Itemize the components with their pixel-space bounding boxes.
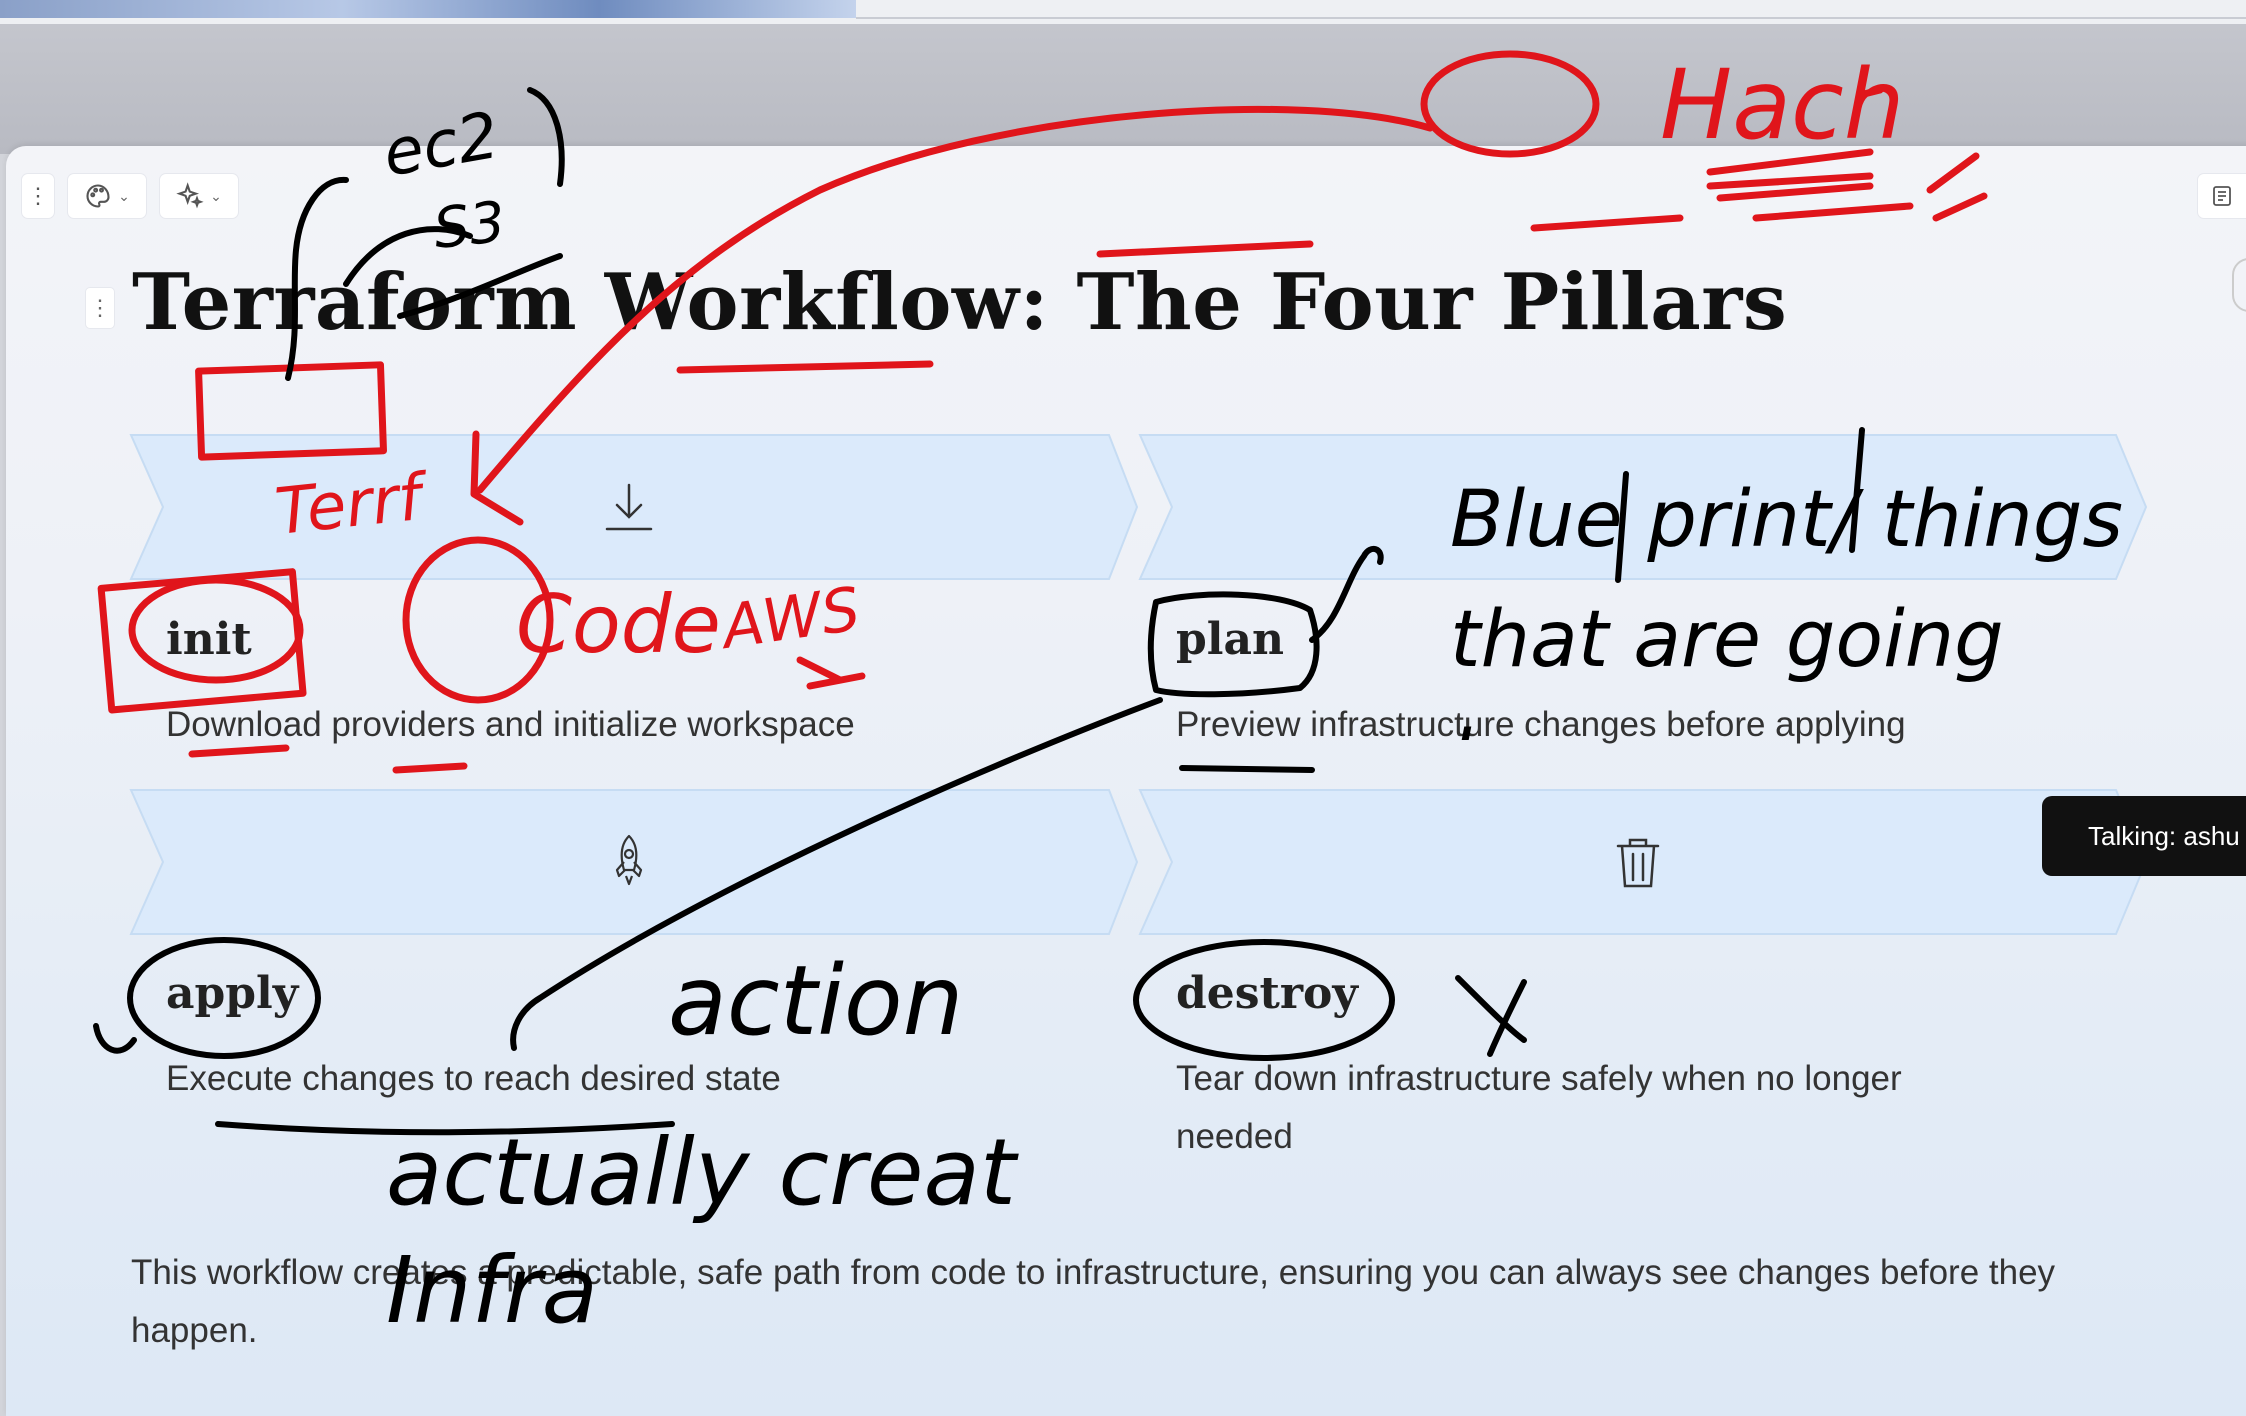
sparkles-icon: [176, 182, 204, 209]
pillar-description: Tear down infrastructure safely when no …: [1176, 1059, 1902, 1156]
summary-paragraph: This workflow creates a predictable, saf…: [131, 1253, 2056, 1350]
top-divider: [856, 17, 2246, 19]
vertical-dots-icon: ⋮: [27, 183, 49, 208]
talking-badge: Talking: ashu: [2042, 796, 2246, 876]
pillar-arrow-destroy: [1138, 788, 2148, 936]
pillar-arrow-init: [129, 433, 1139, 581]
document-icon: [2213, 186, 2231, 206]
chevron-down-icon: ⌄: [210, 187, 222, 204]
download-icon: [605, 483, 653, 531]
more-options-button[interactable]: ⋮: [22, 174, 54, 218]
pillar-description: Preview infrastructure changes before ap…: [1176, 705, 1906, 744]
page-title: Terraform Workflow: The Four Pillars: [132, 257, 1788, 348]
scroll-handle[interactable]: [2232, 258, 2246, 312]
window-thumbnail: [0, 0, 856, 18]
pillar-description: Execute changes to reach desired state: [166, 1059, 781, 1098]
pillar-label: destroy: [1176, 968, 1358, 1019]
rocket-icon: [615, 834, 643, 886]
pillar-label: init: [166, 614, 252, 665]
pillar-label: apply: [166, 968, 299, 1019]
pillar-arrow-plan: [1138, 433, 2148, 581]
chevron-down-icon: ⌄: [118, 187, 130, 204]
pillar-arrow-apply: [129, 788, 1139, 936]
trash-icon: [1616, 838, 1660, 888]
backdrop: [0, 24, 2246, 154]
pillar-description: Download providers and initialize worksp…: [166, 705, 855, 744]
theme-button[interactable]: ⌄: [68, 174, 146, 218]
notes-button[interactable]: [2198, 174, 2246, 218]
ai-assist-button[interactable]: ⌄: [160, 174, 238, 218]
palette-icon: [86, 184, 110, 208]
pillar-label: plan: [1176, 614, 1284, 665]
block-drag-handle[interactable]: ⋮: [86, 288, 114, 328]
